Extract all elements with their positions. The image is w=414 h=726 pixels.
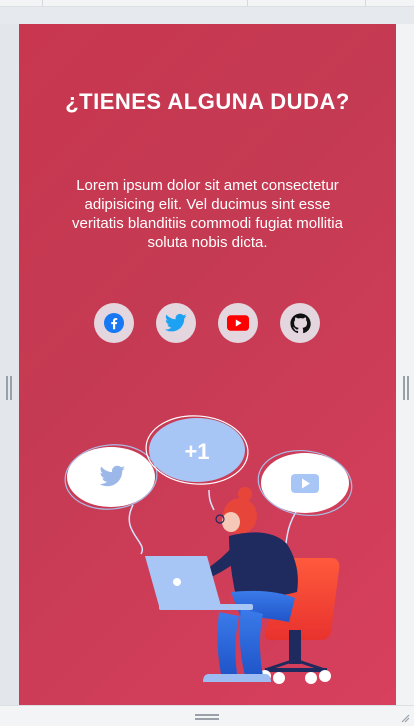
bottom-resize-bar[interactable] (0, 705, 414, 726)
contact-section: ¿TIENES ALGUNA DUDA? Lorem ipsum dolor s… (19, 24, 396, 705)
youtube-icon (291, 474, 319, 493)
left-resize-gutter[interactable] (0, 24, 19, 705)
twitter-icon (165, 313, 187, 332)
youtube-icon (227, 315, 249, 331)
right-resize-handle[interactable] (403, 376, 409, 400)
social-links (94, 303, 324, 343)
left-resize-handle[interactable] (6, 376, 12, 400)
top-bar-segment (42, 0, 248, 6)
top-bar-segment (247, 0, 366, 6)
bottom-resize-handle[interactable] (195, 714, 219, 720)
facebook-link[interactable] (94, 303, 134, 343)
right-resize-gutter[interactable] (396, 24, 414, 705)
top-bar-segment (0, 0, 43, 6)
resize-grip-icon[interactable] (400, 713, 410, 723)
plus-one-bubble: +1 (145, 415, 249, 485)
connector-line (208, 489, 215, 511)
twitter-bubble (64, 444, 158, 510)
window-top-bar (0, 0, 414, 7)
section-description: Lorem ipsum dolor sit amet consectetur a… (72, 177, 343, 251)
connector-line (128, 504, 144, 555)
github-link[interactable] (280, 303, 320, 343)
youtube-link[interactable] (218, 303, 258, 343)
youtube-bubble (257, 450, 353, 516)
twitter-link[interactable] (156, 303, 196, 343)
github-icon (289, 312, 311, 333)
person (203, 487, 298, 682)
facebook-icon (104, 313, 124, 333)
section-title: ¿TIENES ALGUNA DUDA? (65, 89, 350, 114)
plus-one-label: +1 (184, 439, 209, 464)
illustration: +1 (64, 415, 353, 684)
